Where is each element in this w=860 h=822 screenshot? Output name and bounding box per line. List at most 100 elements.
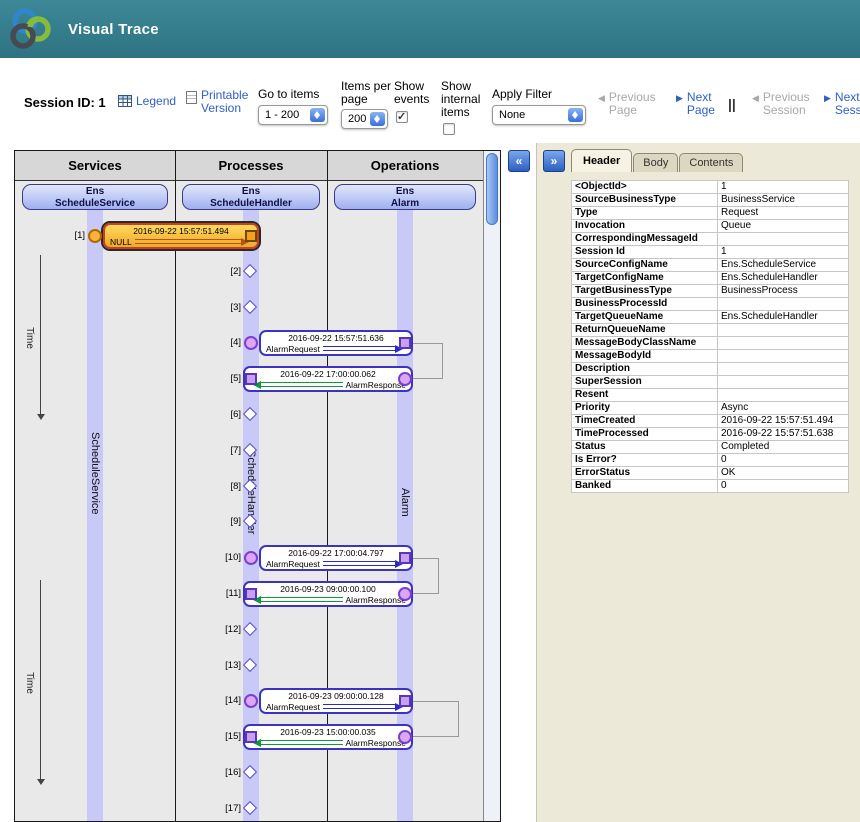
message-request[interactable]: 2016-09-22 17:00:04.797 AlarmRequest: [259, 545, 413, 571]
scrollbar-thumb[interactable]: [486, 153, 498, 225]
previous-session-label: Previous Session: [763, 91, 819, 117]
apply-filter-select[interactable]: None: [492, 105, 586, 125]
field-label: Resent: [572, 389, 718, 402]
field-label: ReturnQueueName: [572, 324, 718, 337]
event-number: [15]: [199, 731, 241, 742]
tab-body[interactable]: Body: [633, 153, 678, 172]
next-arrow-icon: ▶: [676, 93, 683, 104]
header-field-row: TargetQueueNameEns.ScheduleHandler: [572, 311, 849, 324]
app-header: Visual Trace: [0, 0, 860, 58]
next-session-button[interactable]: ▶ Next Session: [824, 91, 860, 117]
field-label: <ObjectId>: [572, 181, 718, 194]
legend-label: Legend: [136, 94, 176, 108]
previous-page-label: Previous Page: [609, 91, 659, 117]
header-field-row: MessageBodyId: [572, 350, 849, 363]
goto-items-value: 1 - 200: [265, 109, 299, 121]
time-axis-line: [40, 255, 41, 414]
header-field-row: Banked0: [572, 480, 849, 493]
previous-session-button[interactable]: ◀ Previous Session: [752, 91, 819, 117]
message-request[interactable]: 2016-09-22 15:57:51.494 NULL: [103, 223, 259, 249]
show-events-checkbox[interactable]: [396, 111, 408, 123]
header-field-row: TargetBusinessTypeBusinessProcess: [572, 285, 849, 298]
field-label: Invocation: [572, 220, 718, 233]
header-field-row: TimeCreated2016-09-22 15:57:51.494: [572, 415, 849, 428]
header-field-row: InvocationQueue: [572, 220, 849, 233]
next-page-button[interactable]: ▶ Next Page: [676, 91, 721, 117]
request-arrow-icon: [323, 703, 403, 711]
message-response[interactable]: 2016-09-23 09:00:00.100 AlarmResponse: [243, 581, 413, 607]
header-field-row: Description: [572, 363, 849, 376]
header-field-row: <ObjectId>1: [572, 181, 849, 194]
field-label: Banked: [572, 480, 718, 493]
message-request[interactable]: 2016-09-22 15:57:51.636 AlarmRequest: [259, 330, 413, 356]
trace-scrollbar[interactable]: [483, 151, 500, 821]
field-label: Session Id: [572, 246, 718, 259]
trace-canvas: ServicesProcessesOperationsEnsScheduleSe…: [15, 151, 483, 821]
endpoint-circle: [88, 229, 102, 243]
collapse-trace-button[interactable]: «: [508, 150, 530, 172]
header-field-row: SourceBusinessTypeBusinessService: [572, 194, 849, 207]
header-field-row: Resent: [572, 389, 849, 402]
items-per-page-value: 200: [348, 113, 366, 125]
trace-panel: ServicesProcessesOperationsEnsScheduleSe…: [14, 150, 501, 822]
printable-page-icon: [186, 91, 197, 104]
tab-header[interactable]: Header: [571, 149, 632, 172]
endpoint-square: [245, 588, 257, 600]
header-field-row: SourceConfigNameEns.ScheduleService: [572, 259, 849, 272]
items-per-page-control: Items per page 200: [341, 80, 391, 129]
request-arrow-icon: [323, 560, 403, 568]
endpoint-circle: [244, 551, 258, 565]
message-time: 2016-09-23 15:00:00.035: [245, 727, 411, 737]
message-response[interactable]: 2016-09-23 15:00:00.035 AlarmResponse: [243, 724, 413, 750]
tab-contents[interactable]: Contents: [679, 153, 743, 172]
printable-version-link[interactable]: Printable Version: [186, 89, 253, 115]
event-number: [3]: [199, 302, 241, 313]
field-value: 2016-09-22 15:57:51.638: [718, 428, 849, 441]
field-value: Ens.ScheduleService: [718, 259, 849, 272]
event-number: [10]: [199, 552, 241, 563]
header-field-row: ReturnQueueName: [572, 324, 849, 337]
field-value: [718, 233, 849, 246]
previous-page-button[interactable]: ◀ Previous Page: [598, 91, 659, 117]
expand-inspector-button[interactable]: »: [543, 150, 565, 172]
endpoint-circle: [244, 694, 258, 708]
field-value: [718, 298, 849, 311]
select-arrows-icon: [310, 108, 325, 122]
field-value: [718, 389, 849, 402]
time-axis: Time: [27, 255, 53, 420]
apply-filter-label: Apply Filter: [492, 87, 586, 101]
select-arrows-icon: [568, 108, 583, 122]
field-value: [718, 363, 849, 376]
goto-items-select[interactable]: 1 - 200: [258, 105, 328, 125]
field-value: [718, 324, 849, 337]
message-time: 2016-09-22 15:57:51.494: [105, 226, 257, 236]
event-number: [6]: [199, 409, 241, 420]
endpoint-circle: [398, 587, 412, 601]
field-label: BusinessProcessId: [572, 298, 718, 311]
message-connector: [413, 343, 443, 379]
field-value: BusinessService: [718, 194, 849, 207]
header-field-row: Is Error?0: [572, 454, 849, 467]
show-internal-label: Show internal items: [441, 80, 493, 119]
next-session-label: Next Session: [835, 91, 860, 117]
items-per-page-select[interactable]: 200: [341, 109, 388, 129]
toolbar: Session ID: 1 Legend Printable Version G…: [0, 58, 860, 143]
field-value: OK: [718, 467, 849, 480]
request-arrow-icon: [323, 345, 403, 353]
previous-arrow-icon: ◀: [598, 93, 605, 104]
header-field-row: TargetConfigNameEns.ScheduleHandler: [572, 272, 849, 285]
field-value: Queue: [718, 220, 849, 233]
lane-header: EnsAlarm: [334, 184, 476, 210]
show-internal-checkbox[interactable]: [443, 123, 455, 135]
response-arrow-icon: [253, 381, 343, 389]
field-value: [718, 376, 849, 389]
header-table: <ObjectId>1SourceBusinessTypeBusinessSer…: [571, 180, 849, 493]
field-label: ErrorStatus: [572, 467, 718, 480]
endpoint-circle: [398, 730, 412, 744]
message-request[interactable]: 2016-09-23 09:00:00.128 AlarmRequest: [259, 688, 413, 714]
field-label: SuperSession: [572, 376, 718, 389]
message-response[interactable]: 2016-09-22 17:00:00.062 AlarmResponse: [243, 366, 413, 392]
show-internal-control: Show internal items: [441, 80, 493, 135]
legend-link[interactable]: Legend: [118, 94, 176, 108]
field-label: MessageBodyClassName: [572, 337, 718, 350]
